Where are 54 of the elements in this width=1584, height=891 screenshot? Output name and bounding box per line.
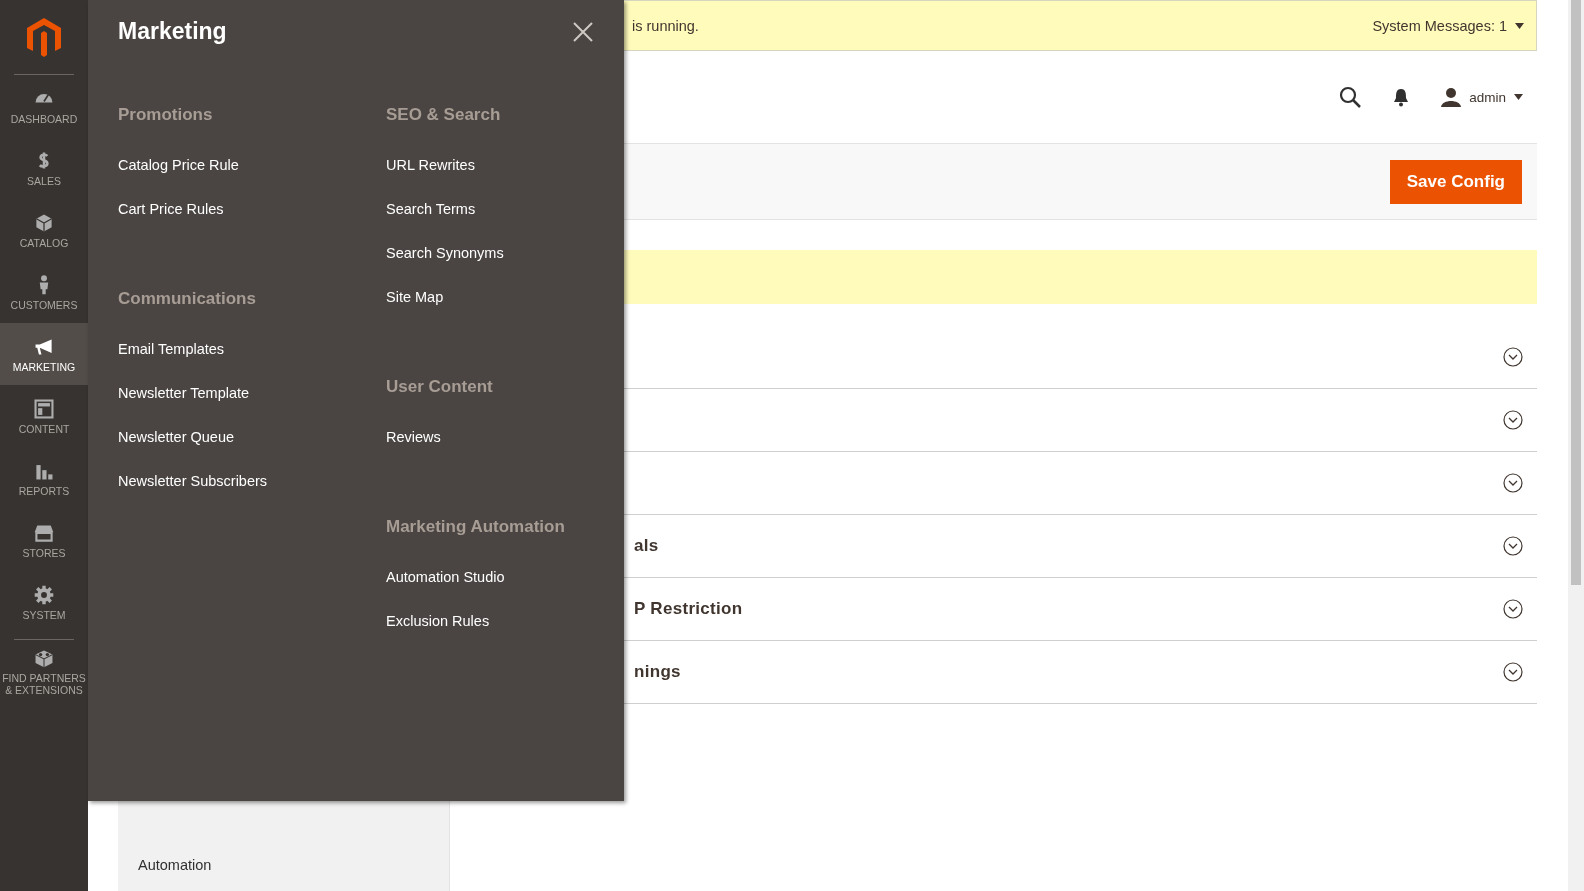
close-icon[interactable]: [572, 20, 594, 43]
menu-link[interactable]: Search Synonyms: [386, 245, 504, 261]
save-config-button[interactable]: Save Config: [1389, 159, 1522, 204]
chevron-icon[interactable]: [1503, 536, 1523, 556]
section-title[interactable]: als: [634, 536, 659, 556]
logo-icon[interactable]: [26, 17, 62, 57]
menu-link[interactable]: Newsletter Template: [118, 385, 250, 401]
menu-link[interactable]: Site Map: [386, 289, 444, 305]
menu-heading: Marketing Automation: [386, 517, 566, 538]
nav-item[interactable]: SALES: [0, 137, 88, 199]
system-messages-toggle[interactable]: System Messages: 1: [1372, 17, 1507, 34]
user-menu[interactable]: admin: [1469, 89, 1506, 105]
chevron-icon[interactable]: [1503, 662, 1523, 682]
nav-item[interactable]: REPORTS: [0, 447, 88, 509]
menu-link[interactable]: Newsletter Queue: [118, 429, 235, 445]
nav-item[interactable]: CATALOG: [0, 199, 88, 261]
chevron-icon[interactable]: [1503, 347, 1523, 367]
menu-link[interactable]: Exclusion Rules: [386, 613, 490, 629]
nav-icon: [33, 583, 55, 606]
nav-item[interactable]: CONTENT: [0, 385, 88, 447]
user-icon[interactable]: [1441, 87, 1462, 107]
menu-heading: SEO & Search: [386, 105, 502, 126]
menu-link[interactable]: Newsletter Subscribers: [118, 473, 268, 489]
scrollbar[interactable]: [1568, 0, 1584, 891]
search-icon[interactable]: [1339, 86, 1362, 108]
section-title[interactable]: nings: [634, 662, 681, 682]
menu-link[interactable]: Automation Studio: [386, 569, 505, 585]
nav-item[interactable]: SYSTEM: [0, 571, 88, 633]
menu-link[interactable]: Search Terms: [386, 201, 476, 217]
nav-item[interactable]: MARKETING: [0, 323, 88, 385]
nav-item[interactable]: CUSTOMERS: [0, 261, 88, 323]
nav-item[interactable]: STORES: [0, 509, 88, 571]
menu-link[interactable]: Email Templates: [118, 341, 225, 357]
menu-link[interactable]: Catalog Price Rule: [118, 157, 239, 173]
bell-icon[interactable]: [1393, 87, 1410, 107]
nav-item[interactable]: DASHBOARD: [0, 75, 88, 137]
caret-icon[interactable]: [1515, 22, 1524, 29]
nav-icon: [33, 397, 55, 420]
menu-heading: User Content: [386, 377, 494, 398]
nav-item[interactable]: FIND PARTNERS & EXTENSIONS: [0, 640, 88, 702]
chevron-icon[interactable]: [1503, 410, 1523, 430]
chevron-icon[interactable]: [1503, 473, 1523, 493]
scrollbar-thumb[interactable]: [1571, 0, 1581, 585]
menu-link[interactable]: Reviews: [386, 429, 441, 445]
section-title[interactable]: P Restriction: [634, 599, 743, 619]
config-nav-item[interactable]: Automation: [118, 857, 449, 873]
flyout-title: Marketing: [118, 18, 227, 45]
menu-link[interactable]: Cart Price Rules: [118, 201, 224, 217]
system-message: is running.: [632, 17, 699, 34]
chevron-icon[interactable]: [1503, 599, 1523, 619]
caret-icon[interactable]: [1514, 94, 1523, 100]
menu-heading: Communications: [118, 289, 257, 310]
menu-heading: Promotions: [118, 105, 214, 126]
menu-link[interactable]: URL Rewrites: [386, 157, 475, 173]
